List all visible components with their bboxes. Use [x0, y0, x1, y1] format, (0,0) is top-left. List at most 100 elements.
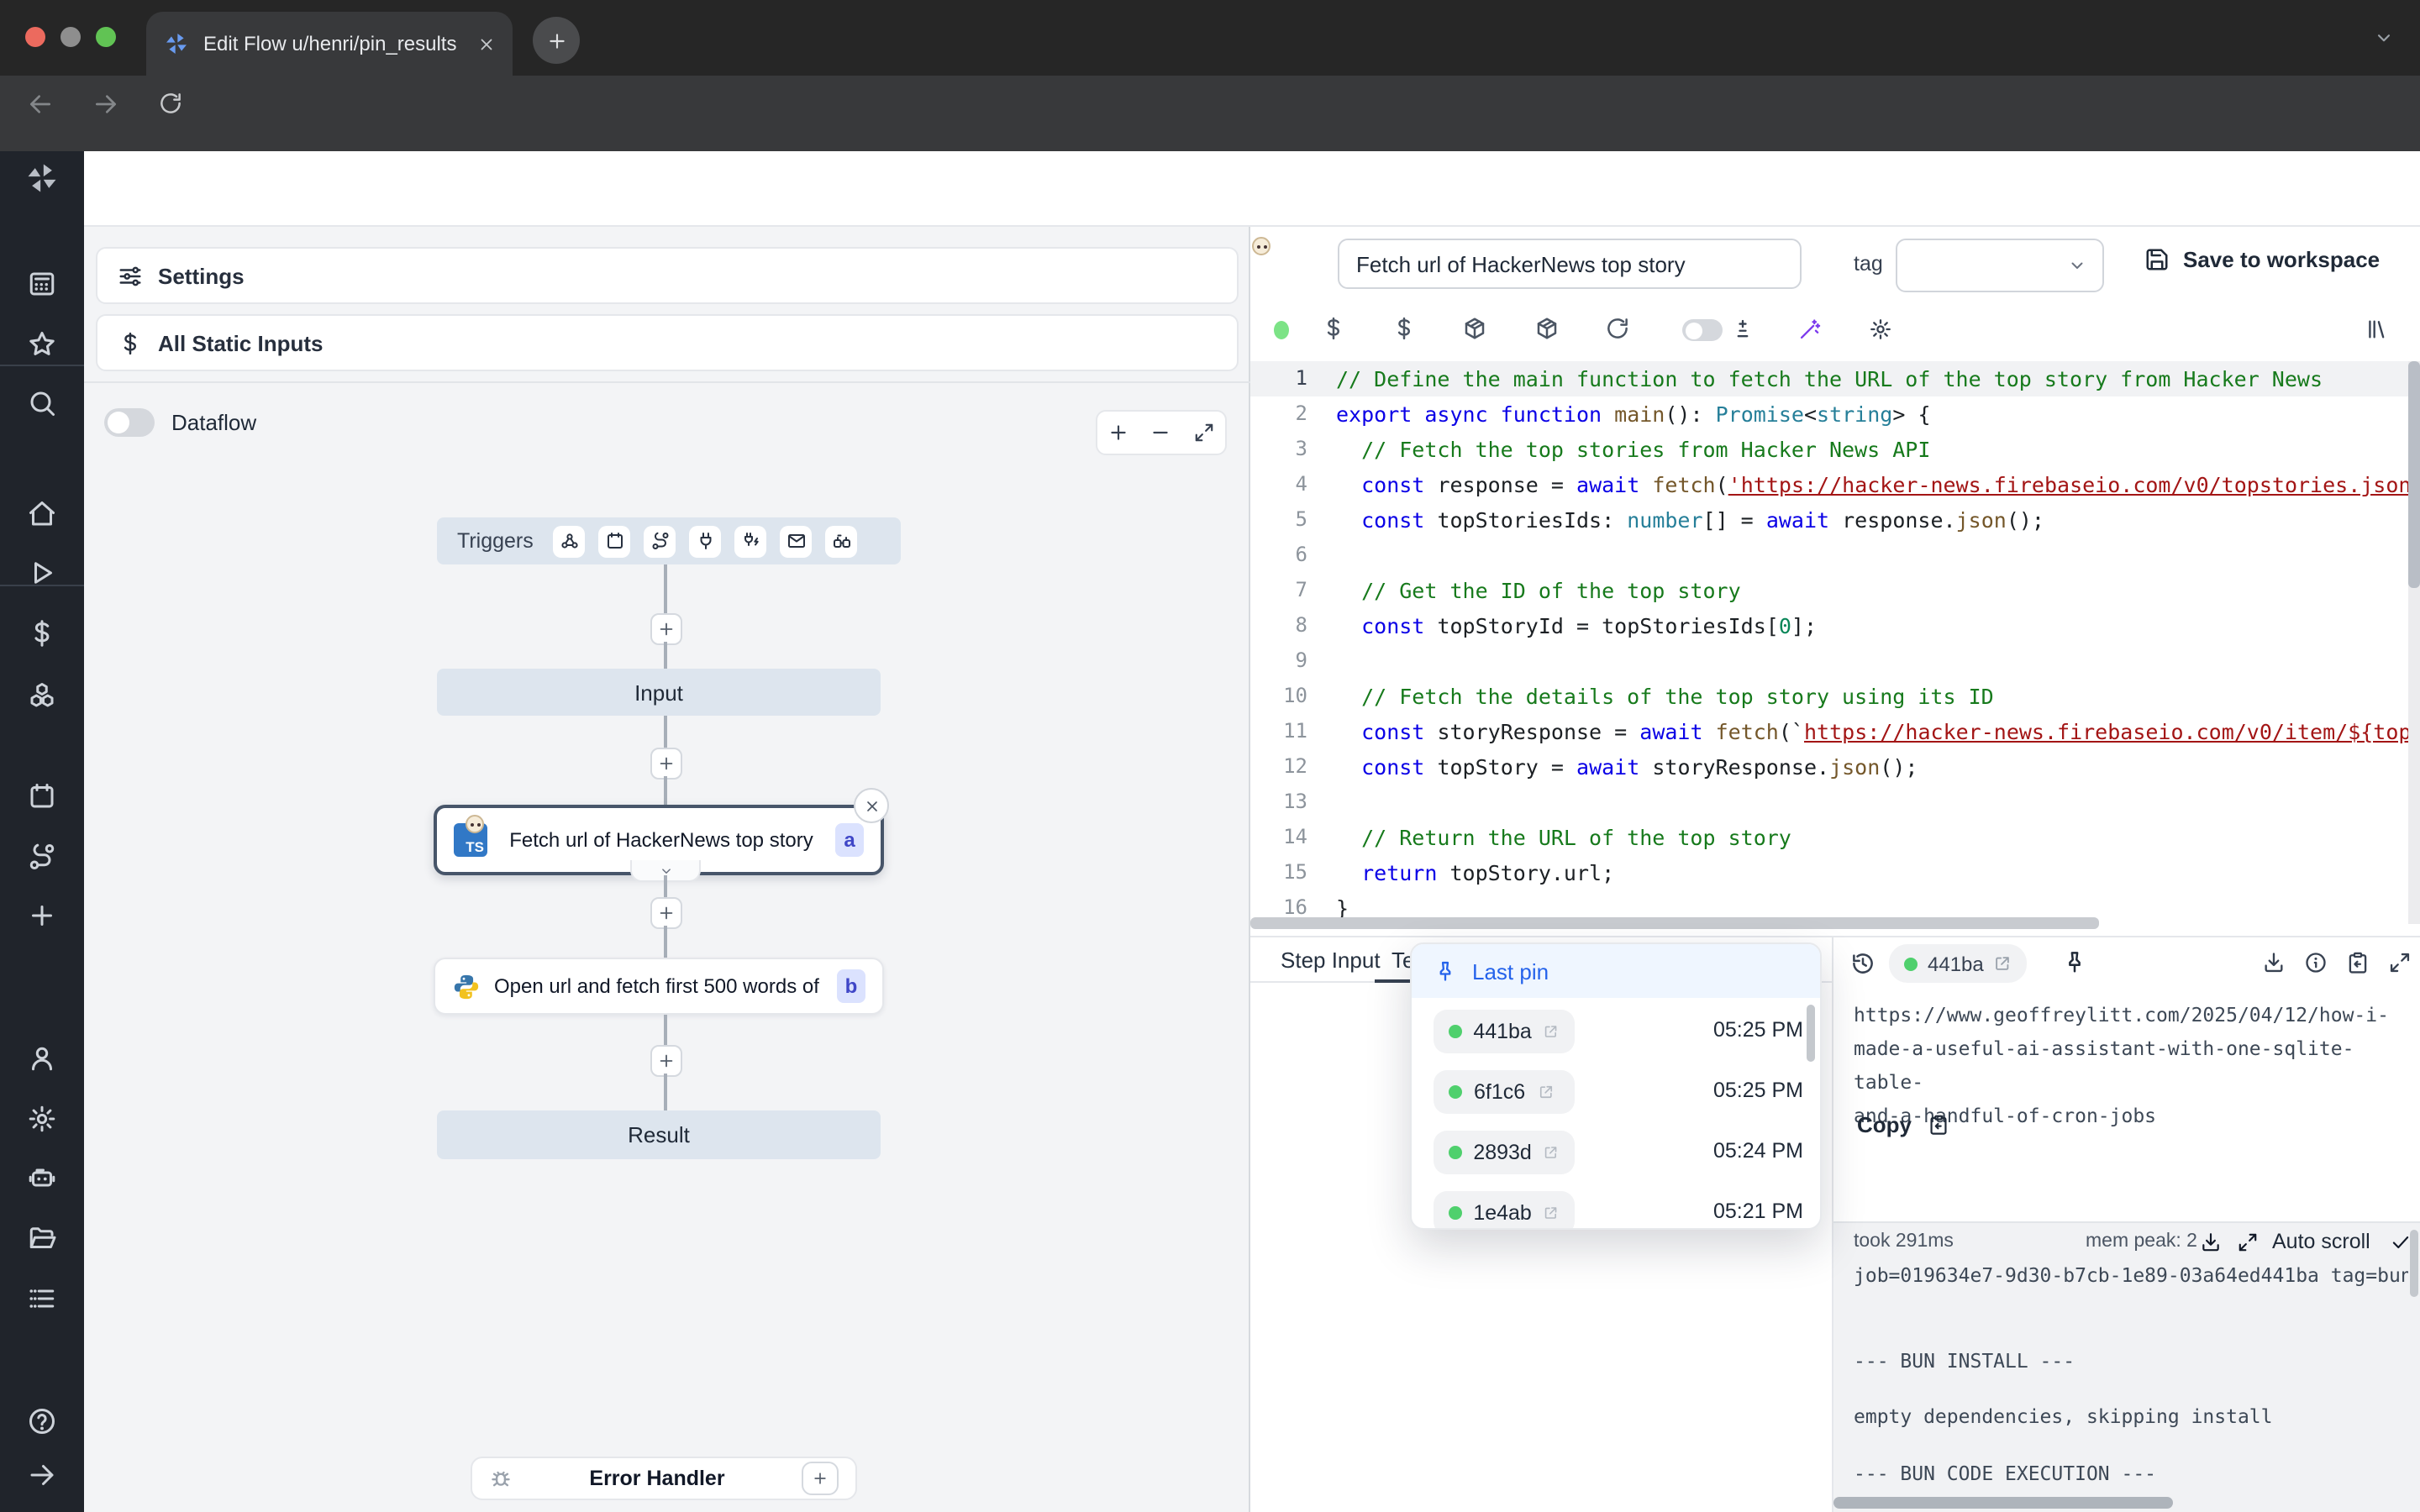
job-chip[interactable]: 6f1c6 [1434, 1070, 1575, 1114]
add-step-button[interactable] [650, 613, 682, 645]
download-icon[interactable] [2262, 951, 2286, 974]
add-icon[interactable] [27, 900, 57, 931]
plugzap-trigger-button[interactable] [735, 525, 767, 557]
input-node-label: Input [634, 680, 683, 705]
apps-icon[interactable] [27, 269, 57, 299]
calendar-trigger-button[interactable] [599, 525, 631, 557]
dollar-icon[interactable] [1392, 316, 1417, 341]
zoom-window-button[interactable] [96, 27, 116, 47]
pin-item[interactable]: 2893d05:24 PM [1412, 1122, 1822, 1183]
dataflow-toggle[interactable] [104, 408, 155, 437]
download-logs-icon[interactable] [2200, 1231, 2222, 1253]
external-link-icon[interactable] [1544, 1205, 1560, 1221]
logs-icon[interactable] [27, 1284, 57, 1314]
editor-toggle[interactable] [1682, 319, 1723, 341]
diff-mode-icon[interactable] [1731, 318, 1754, 341]
editor-settings-icon[interactable] [1869, 318, 1892, 341]
minimize-window-button[interactable] [60, 27, 81, 47]
workers-icon[interactable] [27, 1163, 57, 1193]
pin-item[interactable]: 441ba05:25 PM [1412, 1001, 1822, 1062]
reload-icon[interactable] [158, 91, 183, 116]
library-icon[interactable] [2365, 318, 2388, 341]
schedules-icon[interactable] [27, 781, 57, 811]
package-icon[interactable] [1462, 316, 1487, 341]
add-step-button[interactable] [650, 748, 682, 780]
job-chip[interactable]: 2893d [1434, 1131, 1575, 1174]
external-link-icon[interactable] [1994, 954, 2012, 973]
fit-view-icon[interactable] [1193, 422, 1215, 444]
add-error-handler-button[interactable] [802, 1462, 839, 1495]
job-chip[interactable]: 441ba [1434, 1010, 1575, 1053]
users-icon[interactable] [27, 1043, 57, 1074]
pin-item[interactable]: 1e4ab05:21 PM [1412, 1183, 1822, 1230]
result-node[interactable]: Result [437, 1110, 881, 1159]
code-line-7: 7 // Get the ID of the top story [1250, 573, 2420, 608]
help-icon[interactable] [27, 1406, 57, 1436]
tag-select[interactable] [1896, 239, 2104, 292]
package-icon[interactable] [1534, 316, 1560, 341]
new-tab-button[interactable] [533, 17, 580, 64]
zoom-out-icon[interactable] [1150, 422, 1172, 444]
clipboard-icon[interactable] [2346, 951, 2370, 974]
job-chip[interactable]: 1e4ab [1434, 1191, 1575, 1230]
external-link-icon[interactable] [1544, 1144, 1560, 1161]
close-window-button[interactable] [25, 27, 45, 47]
step-node-b[interactable]: Open url and fetch first 500 words of ..… [434, 958, 884, 1015]
webhook-trigger-button[interactable] [554, 525, 586, 557]
logs-hscrollbar[interactable] [1833, 1497, 2173, 1509]
tab-close-icon[interactable] [477, 34, 496, 53]
input-node[interactable]: Input [437, 669, 881, 716]
error-handler-node[interactable]: Error Handler [471, 1457, 857, 1500]
logs-vscrollbar[interactable] [2410, 1230, 2418, 1297]
pin-icon[interactable] [2062, 949, 2087, 974]
back-icon[interactable] [27, 91, 54, 118]
windmill-logo-icon[interactable] [24, 160, 60, 197]
step-title-input[interactable]: Fetch url of HackerNews top story [1338, 239, 1802, 289]
routes-icon[interactable] [27, 842, 57, 872]
dollar-icon[interactable] [1321, 316, 1346, 341]
favorites-icon[interactable] [27, 329, 57, 360]
poll-trigger-button[interactable] [826, 525, 858, 557]
code-editor[interactable]: 1// Define the main function to fetch th… [1250, 361, 2420, 936]
pin-item[interactable]: 6f1c605:25 PM [1412, 1062, 1822, 1122]
mail-trigger-button[interactable] [781, 525, 813, 557]
tab-search-chevron-icon[interactable] [2373, 27, 2395, 49]
runs-icon[interactable] [27, 558, 57, 588]
variables-icon[interactable] [27, 618, 57, 648]
search-icon[interactable] [27, 388, 57, 418]
refresh-icon[interactable] [1605, 316, 1630, 341]
remove-step-button[interactable] [854, 788, 889, 823]
last-pin-item[interactable]: Last pin [1412, 944, 1820, 998]
settings-icon[interactable] [27, 1104, 57, 1134]
menu-scrollbar[interactable] [1807, 1005, 1815, 1062]
triggers-bar[interactable]: Triggers [437, 517, 901, 564]
code-hscrollbar[interactable] [1250, 917, 2099, 929]
ai-wand-icon[interactable] [1798, 318, 1822, 341]
settings-row[interactable]: Settings [96, 247, 1239, 304]
external-link-icon[interactable] [1544, 1023, 1560, 1040]
job-chip[interactable]: 441ba [1889, 944, 2028, 983]
folders-icon[interactable] [27, 1223, 57, 1253]
auto-scroll-check-icon[interactable] [2390, 1231, 2412, 1253]
browser-tab[interactable]: Edit Flow u/henri/pin_results [146, 12, 513, 76]
history-icon[interactable] [1850, 951, 1876, 976]
expand-icon[interactable] [2388, 951, 2412, 974]
home-icon[interactable] [27, 499, 57, 529]
expand-sidebar-icon[interactable] [27, 1460, 57, 1490]
add-step-button[interactable] [650, 897, 682, 929]
save-to-workspace-button[interactable]: Save to workspace [2144, 247, 2380, 272]
zoom-in-icon[interactable] [1107, 422, 1129, 444]
copy-button[interactable]: Copy [1857, 1112, 1949, 1137]
tab-step-input[interactable]: Step Input [1281, 948, 1381, 973]
add-step-button[interactable] [650, 1045, 682, 1077]
forward-icon[interactable] [92, 91, 119, 118]
resources-icon[interactable] [27, 680, 57, 711]
route-trigger-button[interactable] [644, 525, 676, 557]
line-number: 10 [1250, 679, 1307, 714]
expand-logs-icon[interactable] [2237, 1231, 2259, 1253]
all-static-inputs-row[interactable]: All Static Inputs [96, 314, 1239, 371]
code-scrollbar-thumb[interactable] [2408, 361, 2420, 588]
external-link-icon[interactable] [1537, 1084, 1554, 1100]
plug-trigger-button[interactable] [690, 525, 722, 557]
info-icon[interactable] [2304, 951, 2328, 974]
